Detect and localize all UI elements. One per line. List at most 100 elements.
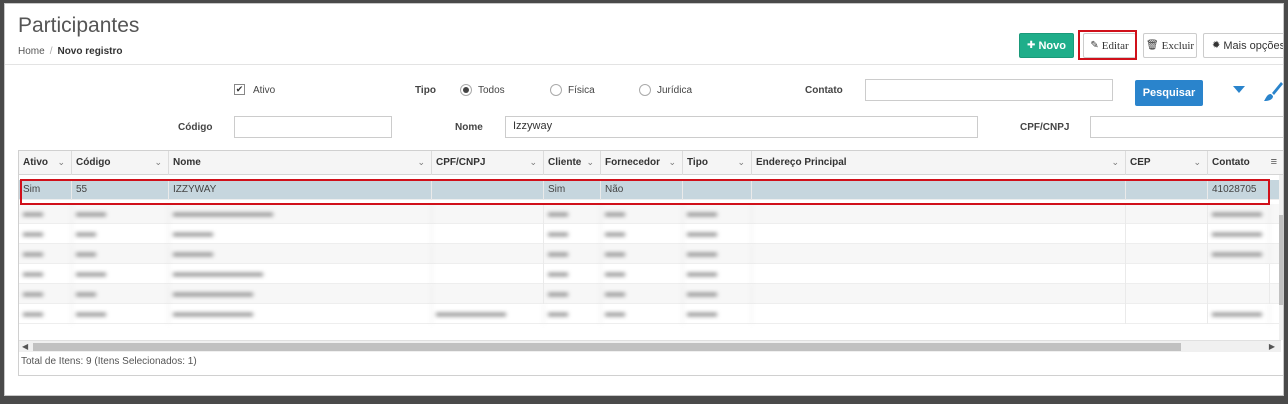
cell-obscured: ▬▬ (19, 244, 72, 264)
column-menu-icon[interactable]: ≡ (1271, 156, 1277, 168)
cell-obscured: ▬▬ (601, 264, 683, 284)
table-row[interactable]: ▬▬ ▬▬▬ ▬▬▬▬▬▬▬▬▬ ▬▬ ▬▬ ▬▬▬ (19, 264, 1283, 284)
column-label: Tipo (687, 157, 708, 168)
chevron-down-icon[interactable]: ⌄ (154, 157, 162, 168)
tipo-option-juridica: Jurídica (657, 85, 693, 96)
cell-obscured: ▬▬▬▬▬ (1208, 244, 1270, 264)
novo-button[interactable]: ✚ Novo (1019, 33, 1074, 58)
pesquisar-button[interactable]: Pesquisar (1135, 80, 1203, 106)
breadcrumb-home[interactable]: Home (18, 46, 45, 57)
cell-obscured: ▬▬▬▬ (169, 244, 432, 264)
app-window: Participantes Home / Novo registro ✚ Novo … (4, 3, 1284, 396)
chevron-down-icon[interactable]: ⌄ (668, 157, 676, 168)
page-title: Participantes (18, 14, 140, 37)
gear-icon: ✹ (1212, 40, 1221, 51)
cell-obscured: ▬▬ (544, 304, 601, 324)
cell-nome: IZZYWAY (169, 180, 432, 200)
table-row[interactable]: ▬▬ ▬▬ ▬▬▬▬ ▬▬ ▬▬ ▬▬▬ ▬▬▬▬▬ (19, 244, 1283, 264)
nome-input[interactable]: Izzyway (505, 116, 978, 138)
column-header-contato[interactable]: Contato (1208, 151, 1270, 175)
chevron-down-icon[interactable]: ⌄ (417, 157, 425, 168)
tipo-radio-todos[interactable] (460, 84, 472, 96)
participantes-grid: Ativo ⌄ Código ⌄ Nome ⌄ CPF/CNPJ ⌄ Cliente ⌄ … (18, 150, 1283, 376)
cell-obscured (1208, 264, 1270, 284)
brush-icon[interactable] (1261, 80, 1284, 104)
codigo-input[interactable] (234, 116, 392, 138)
column-header-ativo[interactable]: Ativo ⌄ (19, 151, 72, 175)
chevron-down-icon[interactable]: ⌄ (586, 157, 594, 168)
cell-obscured (432, 284, 544, 304)
column-header-cep[interactable]: CEP ⌄ (1126, 151, 1208, 175)
cell-obscured: ▬▬ (19, 304, 72, 324)
scroll-left-icon[interactable]: ◀ (22, 341, 28, 353)
cell-obscured (1126, 244, 1208, 264)
cell-obscured (752, 224, 1126, 244)
cpf-cnpj-input[interactable] (1090, 116, 1283, 138)
mais-opcoes-button[interactable]: ✹ Mais opções (1203, 33, 1283, 58)
table-row[interactable]: ▬▬ ▬▬▬ ▬▬▬▬▬▬▬▬▬▬ ▬▬ ▬▬ ▬▬▬ ▬▬▬▬▬ (19, 204, 1283, 224)
table-row-selected[interactable]: Sim 55 IZZYWAY Sim Não 41028705 (19, 180, 1283, 200)
cell-obscured: ▬▬ (72, 224, 169, 244)
chevron-down-icon[interactable]: ⌄ (529, 157, 537, 168)
column-label: CPF/CNPJ (436, 157, 486, 168)
column-label: Endereço Principal (756, 157, 847, 168)
cell-obscured: ▬▬ (19, 224, 72, 244)
cell-obscured (432, 264, 544, 284)
table-row[interactable]: ▬▬ ▬▬ ▬▬▬▬▬▬▬▬ ▬▬ ▬▬ ▬▬▬ (19, 284, 1283, 304)
cell-obscured: ▬▬▬▬ (169, 224, 432, 244)
contato-label: Contato (805, 85, 843, 96)
vertical-scrollbar[interactable] (1279, 175, 1283, 340)
vertical-scrollbar-thumb[interactable] (1279, 215, 1283, 305)
ativo-checkbox[interactable]: ✔ (234, 84, 245, 95)
breadcrumb-current: Novo registro (57, 46, 123, 57)
editar-button[interactable]: ✎ Editar (1083, 33, 1136, 58)
column-header-nome[interactable]: Nome ⌄ (169, 151, 432, 175)
table-row[interactable]: ▬▬ ▬▬▬ ▬▬▬▬▬▬▬▬ ▬▬▬▬▬▬▬ ▬▬ ▬▬ ▬▬▬ ▬▬▬▬▬ (19, 304, 1283, 324)
cell-obscured: ▬▬ (544, 204, 601, 224)
cell-cep (1126, 180, 1208, 200)
caret-down-icon[interactable] (1233, 86, 1245, 93)
chevron-down-icon[interactable]: ⌄ (1111, 157, 1119, 168)
cell-obscured: ▬▬ (19, 284, 72, 304)
chevron-down-icon[interactable]: ⌄ (1193, 157, 1201, 168)
horizontal-scrollbar-thumb[interactable] (33, 343, 1181, 351)
cell-obscured (752, 264, 1126, 284)
cell-obscured (1126, 224, 1208, 244)
column-header-codigo[interactable]: Código ⌄ (72, 151, 169, 175)
column-label: Cliente (548, 157, 582, 168)
scroll-right-icon[interactable]: ▶ (1269, 341, 1275, 353)
cell-obscured: ▬▬▬ (72, 264, 169, 284)
tipo-radio-fisica[interactable] (550, 84, 562, 96)
column-header-tipo[interactable]: Tipo ⌄ (683, 151, 752, 175)
chevron-down-icon[interactable]: ⌄ (737, 157, 745, 168)
cell-obscured: ▬▬▬▬▬▬▬▬▬▬ (169, 204, 432, 224)
cell-obscured: ▬▬ (544, 224, 601, 244)
horizontal-scrollbar[interactable]: ◀ ▶ (19, 340, 1281, 352)
cell-obscured: ▬▬▬▬▬▬▬ (432, 304, 544, 324)
excluir-button[interactable]: 🗑 Excluir (1143, 33, 1197, 58)
cell-obscured (752, 204, 1126, 224)
breadcrumb: Home / Novo registro (18, 46, 122, 57)
chevron-down-icon[interactable]: ⌄ (57, 157, 65, 168)
cell-obscured: ▬▬ (601, 304, 683, 324)
column-header-fornecedor[interactable]: Fornecedor ⌄ (601, 151, 683, 175)
contato-input[interactable] (865, 79, 1113, 101)
cell-obscured: ▬▬ (601, 244, 683, 264)
column-label: CEP (1130, 157, 1151, 168)
cell-cpf-cnpj (432, 180, 544, 200)
nome-label: Nome (455, 122, 483, 133)
table-row[interactable]: ▬▬ ▬▬ ▬▬▬▬ ▬▬ ▬▬ ▬▬▬ ▬▬▬▬▬ (19, 224, 1283, 244)
cpf-cnpj-label: CPF/CNPJ (1020, 122, 1070, 133)
breadcrumb-separator: / (49, 46, 53, 57)
column-header-endereco[interactable]: Endereço Principal ⌄ (752, 151, 1126, 175)
cell-obscured: ▬▬▬ (683, 284, 752, 304)
column-header-cliente[interactable]: Cliente ⌄ (544, 151, 601, 175)
cell-obscured: ▬▬▬▬▬ (1208, 224, 1270, 244)
trash-icon: 🗑 (1145, 40, 1159, 51)
column-header-cpf-cnpj[interactable]: CPF/CNPJ ⌄ (432, 151, 544, 175)
cell-obscured: ▬▬ (601, 204, 683, 224)
cell-obscured: ▬▬ (544, 264, 601, 284)
tipo-radio-juridica[interactable] (639, 84, 651, 96)
cell-obscured: ▬▬▬ (683, 304, 752, 324)
column-label: Nome (173, 157, 201, 168)
